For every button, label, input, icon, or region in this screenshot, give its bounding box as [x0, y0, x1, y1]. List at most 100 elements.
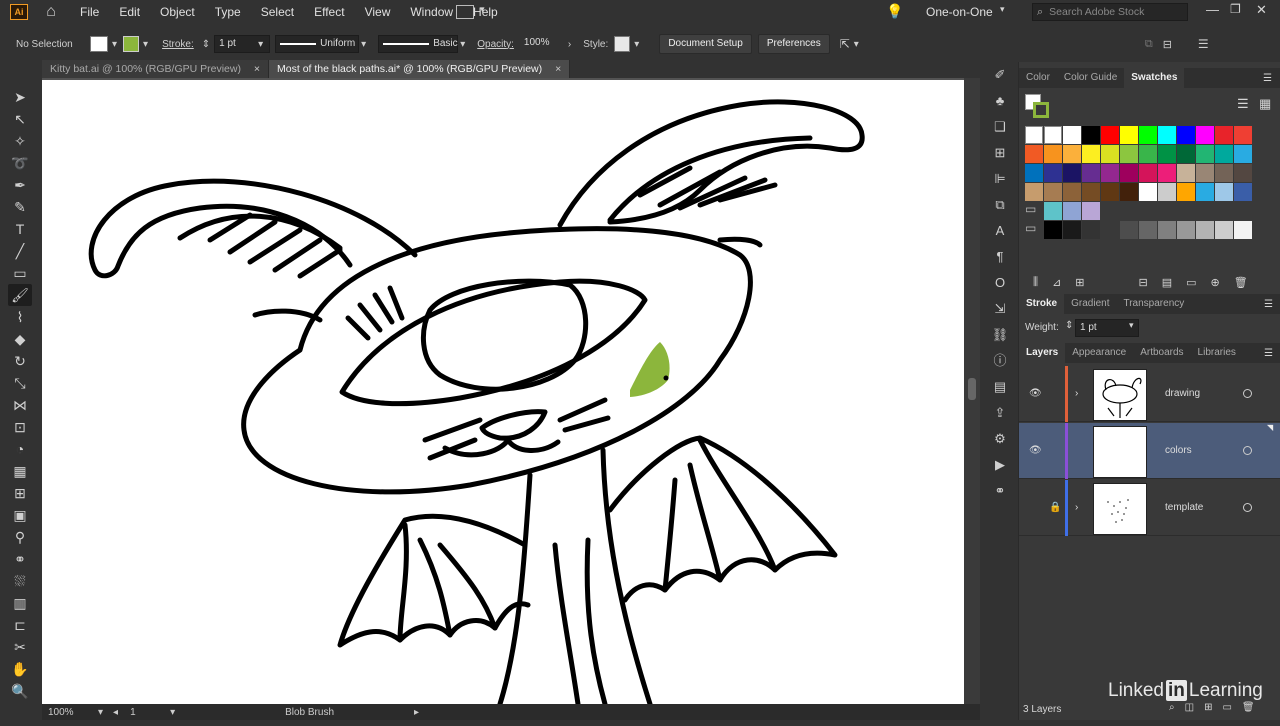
symbols-icon[interactable]: ♣ [986, 88, 1014, 114]
visibility-eye-icon[interactable]: 👁 [1029, 388, 1042, 399]
color-swatch[interactable] [1215, 145, 1233, 163]
stroke-label[interactable]: Stroke: [162, 39, 194, 50]
asset-export-icon[interactable]: ⇲ [986, 296, 1014, 322]
new-sublayer-icon[interactable]: ⊞ [1204, 702, 1212, 713]
color-swatch[interactable] [1139, 221, 1157, 239]
expand-chevron-icon[interactable]: › [1075, 502, 1078, 513]
color-swatch[interactable] [1234, 126, 1252, 144]
lock-icon[interactable]: 🔒 [1049, 502, 1061, 513]
gradient-tool-icon[interactable]: ▣ [8, 504, 32, 526]
color-swatch[interactable] [1177, 126, 1195, 144]
perspective-grid-tool-icon[interactable]: ▦ [8, 460, 32, 482]
color-swatch[interactable] [1082, 126, 1100, 144]
type-tool-icon[interactable]: T [8, 218, 32, 240]
zoom-level[interactable]: 100% [48, 707, 88, 718]
zoom-chevron-icon[interactable]: ▾ [98, 707, 103, 718]
layer-name[interactable]: template [1165, 502, 1203, 513]
menu-effect[interactable]: Effect [314, 5, 344, 19]
color-swatch[interactable] [1215, 221, 1233, 239]
tab-color-guide[interactable]: Color Guide [1057, 68, 1124, 88]
color-swatch[interactable] [1158, 145, 1176, 163]
stroke-panel-menu-icon[interactable]: ☰ [1264, 299, 1273, 310]
swatch-settings-icon[interactable]: ▤ [1162, 276, 1172, 289]
layer-colors[interactable]: 👁 colors ◥ [1019, 423, 1280, 479]
color-swatch[interactable] [1158, 183, 1176, 201]
swatch-folder-icon[interactable]: ▭ [1025, 221, 1043, 239]
new-color-group-icon[interactable]: ⊟ [1139, 276, 1148, 289]
close-tab-icon[interactable]: × [254, 63, 260, 75]
color-swatch[interactable] [1082, 202, 1100, 220]
color-swatch[interactable] [1063, 202, 1081, 220]
vertical-scrollbar[interactable] [964, 78, 980, 704]
color-swatch[interactable] [1139, 183, 1157, 201]
new-layer-icon[interactable]: ▭ [1222, 702, 1231, 713]
tab-color[interactable]: Color [1019, 68, 1057, 88]
stock-search[interactable]: ⌕ Search Adobe Stock [1032, 3, 1188, 21]
color-swatch[interactable] [1139, 126, 1157, 144]
delete-swatch-icon[interactable]: 🗑 [1234, 276, 1248, 289]
symbol-sprayer-tool-icon[interactable]: ⛆ [8, 570, 32, 592]
color-swatch[interactable] [1196, 164, 1214, 182]
blob-brush-tool-icon[interactable]: 🖌 [8, 284, 32, 306]
artboard-tool-icon[interactable]: ⊏ [8, 614, 32, 636]
transform-icon[interactable]: ⊞ [986, 140, 1014, 166]
color-swatch[interactable] [1196, 183, 1214, 201]
rotate-tool-icon[interactable]: ↻ [8, 350, 32, 372]
fill-swatch[interactable] [90, 36, 108, 52]
menu-type[interactable]: Type [215, 5, 241, 19]
color-swatch[interactable] [1120, 126, 1138, 144]
color-swatch[interactable] [1158, 164, 1176, 182]
graphic-style-swatch[interactable] [614, 36, 631, 52]
color-swatch[interactable] [1063, 126, 1081, 144]
artboard-number[interactable]: 1 [130, 707, 164, 718]
layer-target-icon[interactable] [1243, 446, 1252, 455]
color-swatch[interactable] [1082, 221, 1100, 239]
character-icon[interactable]: A [986, 218, 1014, 244]
color-panel-menu-icon[interactable]: ☰ [1263, 73, 1272, 84]
eyedropper-tool-icon[interactable]: ⚲ [8, 526, 32, 548]
layer-drawing[interactable]: 👁 › drawing [1019, 366, 1280, 422]
color-swatch[interactable] [1025, 126, 1043, 144]
stroke-weight-chevron-icon[interactable]: ▾ [258, 39, 263, 50]
selection-tool-icon[interactable]: ➤ [8, 86, 32, 108]
brushes-icon[interactable]: ✐ [986, 62, 1014, 88]
layer-name[interactable]: colors [1165, 445, 1192, 456]
color-swatch[interactable] [1234, 221, 1252, 239]
artboard-chevron-icon[interactable]: ▾ [170, 707, 175, 718]
swatch-options-icon[interactable]: ⊞ [1075, 276, 1084, 289]
color-swatch[interactable] [1063, 221, 1081, 239]
lasso-tool-icon[interactable]: ➰ [8, 152, 32, 174]
arrange-chevron-icon[interactable]: ▾ [480, 4, 485, 15]
color-swatch[interactable] [1101, 221, 1119, 239]
color-swatch[interactable] [1177, 183, 1195, 201]
navigator-icon[interactable]: ⚭ [986, 478, 1014, 504]
tab-artboards[interactable]: Artboards [1133, 343, 1190, 363]
arrange-menu-chevron-icon[interactable]: ▾ [854, 39, 859, 50]
color-swatch[interactable] [1044, 164, 1062, 182]
mesh-tool-icon[interactable]: ⊞ [8, 482, 32, 504]
paragraph-icon[interactable]: ¶ [986, 244, 1014, 270]
tab-swatches[interactable]: Swatches [1124, 68, 1185, 88]
direct-selection-tool-icon[interactable]: ↖ [8, 108, 32, 130]
menu-edit[interactable]: Edit [119, 5, 140, 19]
info-icon[interactable]: ⓘ [986, 348, 1014, 374]
arrange-icon[interactable]: ⇱ [840, 37, 850, 51]
blend-tool-icon[interactable]: ⚭ [8, 548, 32, 570]
artboard-prev-icon[interactable]: ◂ [113, 707, 118, 718]
graph-tool-icon[interactable]: ▥ [8, 592, 32, 614]
tab-kitty-bat[interactable]: Kitty bat.ai @ 100% (RGB/GPU Preview) × [42, 60, 270, 78]
color-swatch[interactable] [1120, 183, 1138, 201]
color-swatch[interactable] [1044, 126, 1062, 144]
color-swatch[interactable] [1082, 164, 1100, 182]
brush-chevron-icon[interactable]: ▾ [460, 39, 465, 50]
list-view-icon[interactable]: ☰ [1237, 96, 1249, 112]
stroke-stepper-icon[interactable]: ⇕ [202, 39, 210, 50]
tab-gradient[interactable]: Gradient [1064, 294, 1116, 314]
color-swatch[interactable] [1063, 183, 1081, 201]
color-swatch[interactable] [1101, 164, 1119, 182]
menu-view[interactable]: View [365, 5, 391, 19]
swatch-libraries-icon[interactable]: ⫼ [1033, 276, 1038, 289]
close-tab-icon[interactable]: × [555, 63, 561, 75]
layer-target-icon[interactable] [1243, 503, 1252, 512]
swatch-folder-icon[interactable]: ▭ [1025, 202, 1043, 220]
